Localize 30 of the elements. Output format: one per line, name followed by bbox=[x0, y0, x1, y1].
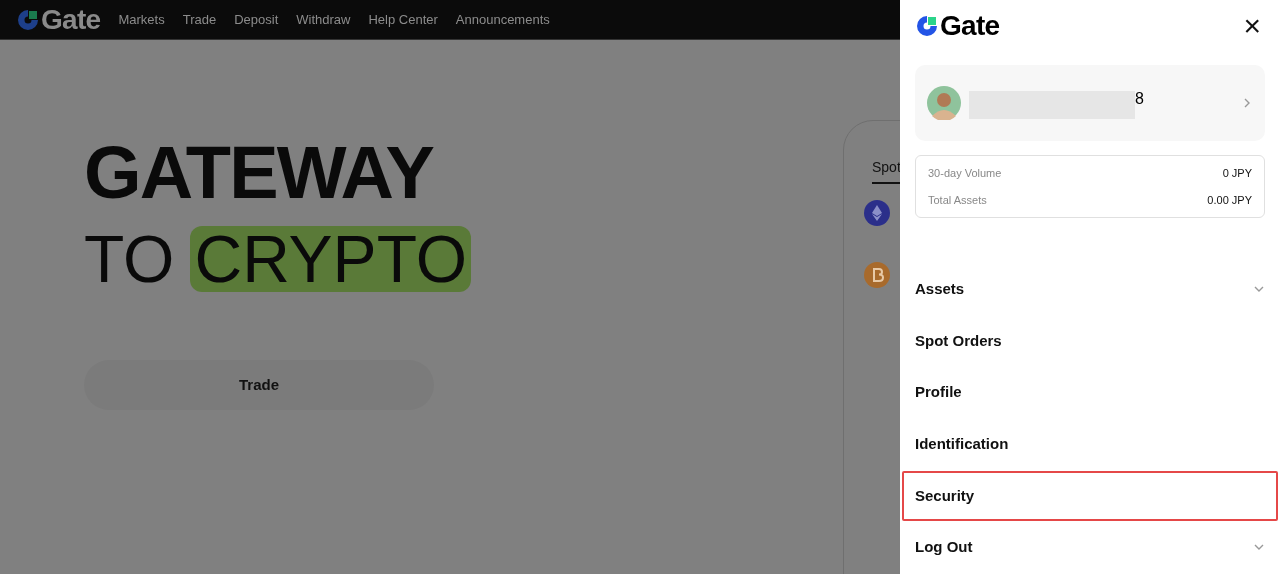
hero-subtitle: TO bbox=[84, 226, 175, 292]
logo-icon bbox=[915, 14, 939, 38]
menu-item[interactable]: Profile bbox=[915, 367, 1265, 418]
nav-link[interactable]: Withdraw bbox=[296, 9, 351, 30]
highlighted-word: CRYPTO bbox=[190, 226, 472, 292]
nav-link[interactable]: Help Center bbox=[368, 9, 438, 30]
bitcoin-coin-icon bbox=[864, 262, 890, 288]
account-name: 8 bbox=[1135, 89, 1144, 110]
logo-text: Gate bbox=[940, 12, 1000, 40]
stat-label: Total Assets bbox=[928, 192, 987, 208]
menu-item[interactable]: Spot Orders bbox=[915, 316, 1265, 367]
menu-item[interactable]: Log Out bbox=[915, 522, 1265, 573]
close-button[interactable]: × bbox=[1243, 11, 1265, 41]
stat-value: 0 JPY bbox=[1222, 166, 1252, 182]
nav-link[interactable]: Deposit bbox=[234, 9, 279, 30]
menu-item[interactable]: Security bbox=[902, 470, 1278, 521]
hero-title: GATEWAY bbox=[84, 136, 435, 210]
menu-item[interactable]: Identification bbox=[915, 419, 1265, 470]
stat-label: 30-day Volume bbox=[928, 166, 1002, 182]
trade-button[interactable]: Trade bbox=[84, 360, 434, 410]
nav-link[interactable]: Trade bbox=[182, 9, 217, 30]
logo-text: Gate bbox=[41, 5, 101, 34]
avatar bbox=[927, 86, 961, 121]
stat-value: 0.00 JPY bbox=[1207, 192, 1252, 208]
nav-link[interactable]: Markets bbox=[118, 9, 165, 30]
logo-icon bbox=[16, 7, 40, 32]
ethereum-coin-icon bbox=[864, 200, 890, 226]
account-card[interactable]: 8 bbox=[915, 65, 1265, 142]
nav-link[interactable]: Announcements bbox=[455, 9, 550, 30]
menu-item[interactable]: Assets bbox=[915, 264, 1265, 315]
